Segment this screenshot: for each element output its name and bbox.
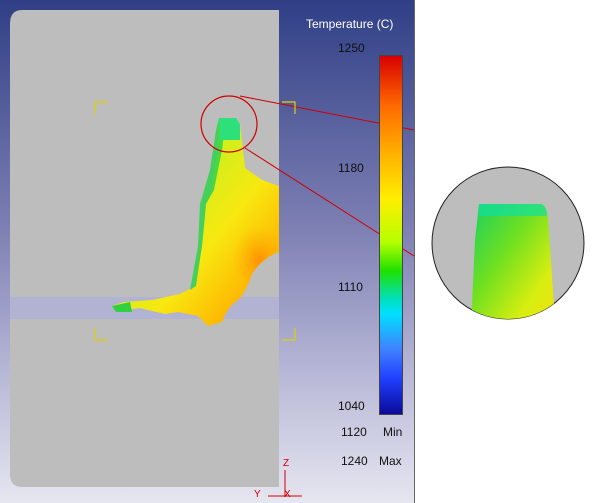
legend-max-value: 1240 [341,454,368,468]
simulation-viewport[interactable]: Temperature (C) 1250 1180 1110 1040 1120… [0,0,415,503]
zoom-callout-icon [431,166,585,320]
legend-title: Temperature (C) [306,17,394,31]
axis-label-x: X [284,489,291,500]
axis-label-y: Y [254,489,261,500]
legend-max-label: Max [379,454,402,468]
legend-min-value: 1120 [341,425,367,439]
temperature-colorbar [379,55,403,415]
axis-label-z: Z [283,458,290,469]
legend-tick-1110: 1110 [338,280,363,294]
legend-tick-1040: 1040 [338,399,365,413]
legend-tick-1180: 1180 [338,161,364,175]
legend-tick-1250: 1250 [338,41,365,55]
legend-min-label: Min [383,425,403,439]
lower-die [10,319,279,487]
